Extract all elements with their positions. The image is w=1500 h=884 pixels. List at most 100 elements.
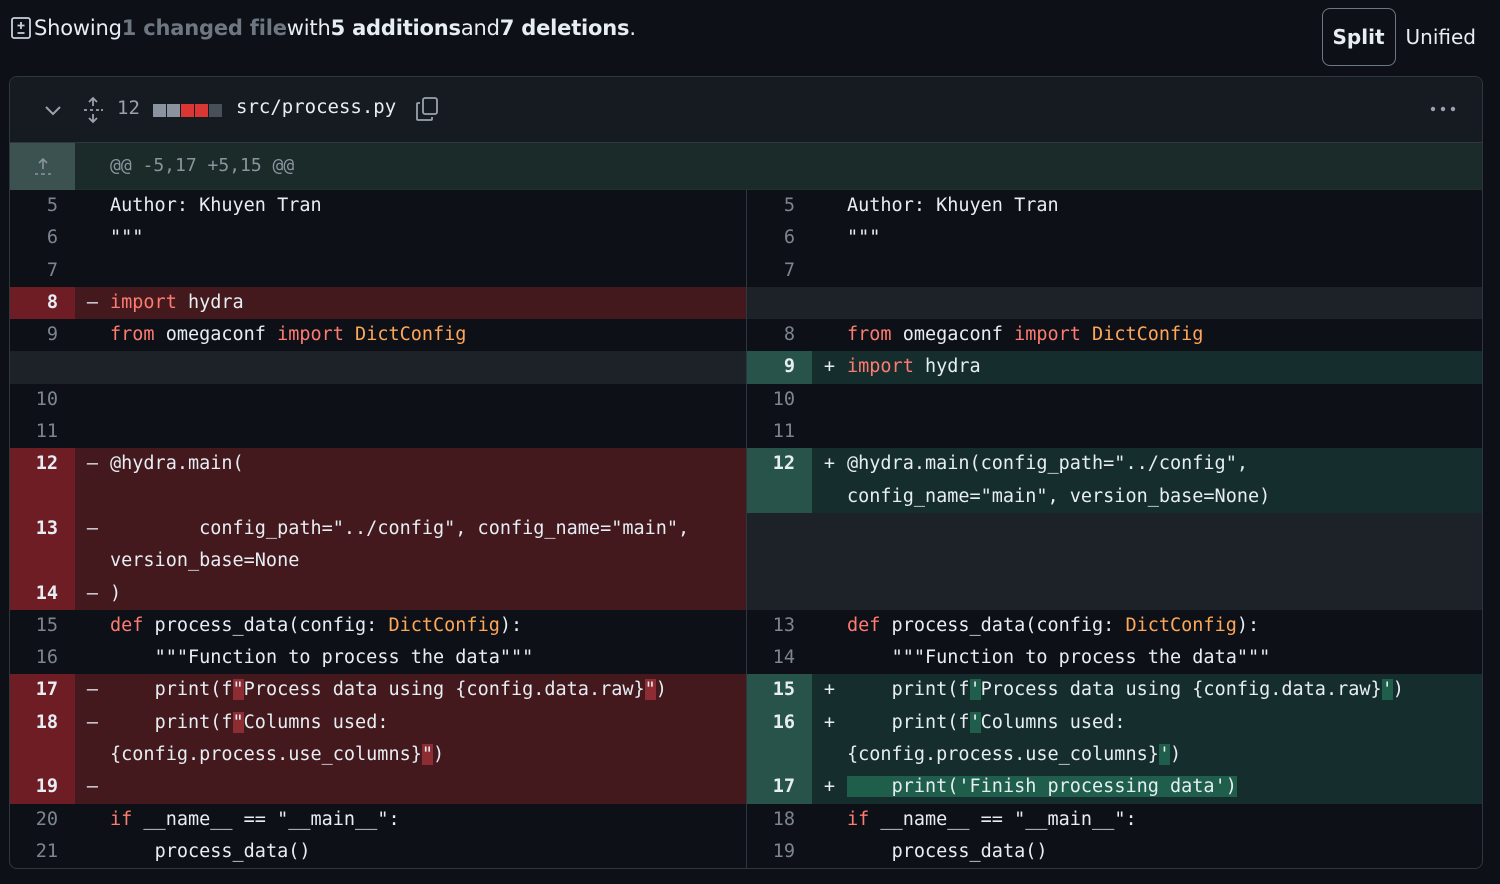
- line-number[interactable]: 15: [747, 674, 812, 707]
- line-number[interactable]: 17: [10, 674, 75, 707]
- addition-marker: +: [823, 453, 836, 475]
- code-line: config_path="../config", config_name="ma…: [110, 517, 690, 572]
- code-line: def process_data(config: DictConfig):: [847, 614, 1260, 636]
- changed-files-link[interactable]: 1 changed file: [122, 16, 287, 40]
- deletion-marker: –: [86, 711, 99, 733]
- deletion-marker: –: [86, 291, 99, 313]
- code-line: process_data(): [847, 840, 1048, 862]
- deletion-marker: –: [86, 582, 99, 604]
- code-line: process_data(): [110, 840, 311, 862]
- code-line: """: [110, 227, 144, 249]
- line-number[interactable]: 16: [747, 706, 812, 772]
- diff-summary-bar: Showing 1 changed file with 5 additions …: [10, 8, 1486, 66]
- line-number[interactable]: 11: [10, 416, 75, 448]
- line-number[interactable]: 6: [747, 222, 812, 254]
- summary-end: .: [629, 16, 636, 40]
- table-row: 19– 17 + print('Finish processing data'): [10, 771, 1482, 804]
- table-row: 11 11: [10, 416, 1482, 449]
- view-toggle: Split Unified: [1321, 8, 1486, 66]
- expand-icon[interactable]: [82, 96, 104, 124]
- code-line: if __name__ == "__main__":: [110, 808, 400, 830]
- line-number[interactable]: 9: [747, 351, 812, 384]
- file-header: 12 src/process.py: [10, 77, 1482, 143]
- summary-with: with: [286, 16, 331, 40]
- line-number[interactable]: 7: [10, 255, 75, 287]
- summary-and: and: [460, 16, 500, 40]
- code-line: def process_data(config: DictConfig):: [110, 614, 523, 636]
- line-number[interactable]: 5: [10, 190, 75, 222]
- line-number[interactable]: 10: [10, 384, 75, 416]
- line-number[interactable]: 9: [10, 319, 75, 351]
- copy-icon[interactable]: [414, 95, 440, 123]
- line-number[interactable]: 7: [747, 255, 812, 287]
- summary-prefix: Showing: [34, 16, 122, 40]
- deletions-count: 7 deletions: [499, 16, 630, 40]
- diff-summary: Showing 1 changed file with 5 additions …: [10, 16, 636, 40]
- line-number[interactable]: 15: [10, 610, 75, 642]
- line-number[interactable]: 19: [747, 836, 812, 868]
- code-line: import hydra: [110, 291, 244, 313]
- addition-marker: +: [823, 356, 836, 378]
- table-row: 18– print(f"Columns used: {config.process…: [10, 706, 1482, 772]
- code-line: @hydra.main(config_path="../config", conf…: [847, 453, 1271, 507]
- line-number[interactable]: 11: [747, 416, 812, 448]
- table-row: 20 if __name__ == "__main__": 18 if __name…: [10, 803, 1482, 836]
- line-number[interactable]: 18: [747, 804, 812, 836]
- table-row: 13– config_path="../config", config_name…: [10, 512, 1482, 578]
- diff-rows: 5 Author: Khuyen Tran 5 Author: Khuyen Tra…: [10, 190, 1482, 868]
- table-row: 9 from omegaconf import DictConfig 8 from …: [10, 319, 1482, 352]
- code-line: """Function to process the data""": [110, 647, 534, 669]
- line-number[interactable]: 13: [10, 512, 75, 578]
- table-row: 7 7: [10, 254, 1482, 287]
- line-number[interactable]: 5: [747, 190, 812, 222]
- table-row: 8– import hydra: [10, 286, 1482, 320]
- additions-count: 5 additions: [330, 16, 461, 40]
- split-view-button[interactable]: Split: [1321, 8, 1396, 66]
- code-line: from omegaconf import DictConfig: [847, 324, 1204, 346]
- line-number[interactable]: 20: [10, 804, 75, 836]
- line-number[interactable]: 14: [10, 577, 75, 610]
- deletion-marker: –: [86, 776, 99, 798]
- table-row: 21 process_data() 19 process_data(): [10, 835, 1482, 868]
- table-row: 12– @hydra.main( 12 + @hydra.main(config_pa…: [10, 448, 1482, 513]
- table-row: 15 def process_data(config: DictConfig): …: [10, 609, 1482, 643]
- line-number[interactable]: 18: [10, 706, 75, 772]
- line-number[interactable]: 10: [747, 384, 812, 416]
- file-path[interactable]: src/process.py: [236, 96, 396, 118]
- line-number[interactable]: 13: [747, 610, 812, 642]
- expand-up-icon[interactable]: [10, 143, 75, 190]
- table-row: 10 10: [10, 383, 1482, 417]
- deletion-marker: –: [86, 453, 99, 475]
- line-number[interactable]: 14: [747, 642, 812, 674]
- code-line: ): [110, 582, 122, 604]
- code-line: Author: Khuyen Tran: [847, 195, 1059, 216]
- line-number[interactable]: 6: [10, 222, 75, 254]
- line-number[interactable]: 8: [10, 286, 75, 320]
- file-diff-icon: [10, 16, 32, 40]
- code-line: if __name__ == "__main__":: [847, 808, 1137, 830]
- line-number[interactable]: 8: [747, 319, 812, 351]
- table-row: 6 """ 6 """: [10, 222, 1482, 255]
- hunk-range: @@ -5,17 +5,15 @@: [110, 155, 295, 176]
- line-number[interactable]: 21: [10, 836, 75, 868]
- line-number[interactable]: 17: [747, 771, 812, 804]
- unified-view-button[interactable]: Unified: [1396, 8, 1486, 66]
- kebab-icon[interactable]: [1428, 101, 1458, 117]
- deletion-marker: –: [86, 517, 99, 539]
- line-number[interactable]: 12: [747, 448, 812, 513]
- code-line: print(f"Process data using {config.data.…: [110, 679, 667, 701]
- chevron-down-icon[interactable]: [42, 99, 64, 121]
- code-line: print(f"Columns used: {config.process.use…: [110, 711, 445, 766]
- code-line: @hydra.main(: [110, 453, 244, 475]
- line-number[interactable]: 19: [10, 771, 75, 804]
- code-line: """: [847, 227, 881, 249]
- code-line: print(f'Columns used: {config.process.use…: [847, 711, 1182, 766]
- table-row: 5 Author: Khuyen Tran 5 Author: Khuyen Tra…: [10, 190, 1482, 223]
- line-number[interactable]: 16: [10, 642, 75, 674]
- code-line: Author: Khuyen Tran: [110, 195, 322, 216]
- line-number[interactable]: 12: [10, 448, 75, 513]
- deletion-marker: –: [86, 679, 99, 701]
- code-line: print(f'Process data using {config.data.…: [847, 679, 1404, 701]
- addition-marker: +: [823, 776, 836, 798]
- table-row: 16 """Function to process the data""" 14…: [10, 642, 1482, 675]
